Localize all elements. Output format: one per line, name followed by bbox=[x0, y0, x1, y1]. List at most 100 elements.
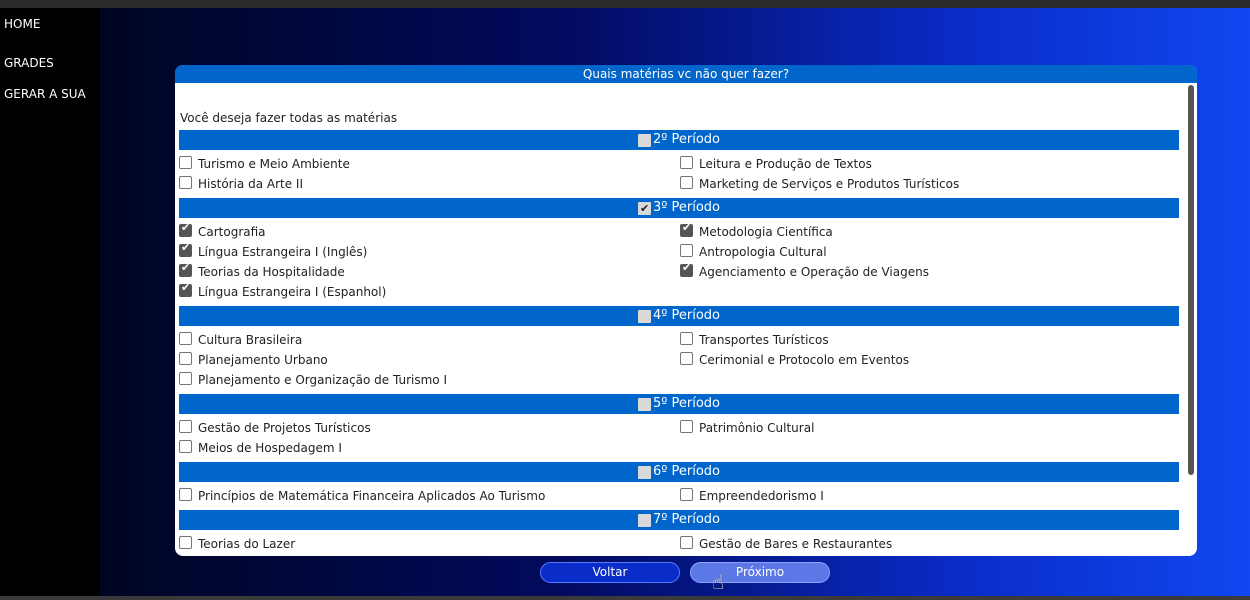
periods-list: 2º Período Turismo e Meio Ambiente Leitura… bbox=[179, 130, 1179, 554]
subject-item: Metodologia Científica bbox=[680, 221, 1180, 242]
subject-checkbox[interactable] bbox=[179, 331, 192, 345]
subject-checkbox[interactable] bbox=[179, 281, 192, 297]
subject-checkbox[interactable] bbox=[179, 371, 192, 385]
subject-item: Planejamento Urbano bbox=[179, 350, 680, 370]
subject-item: Teorias da Hospitalidade bbox=[179, 261, 680, 282]
subject-label: Turismo e Meio Ambiente bbox=[198, 157, 350, 171]
taskbar-strip bbox=[0, 596, 1250, 600]
subject-item: Antropologia Cultural bbox=[680, 242, 1180, 262]
subject-checkbox[interactable] bbox=[179, 439, 192, 453]
subject-checkbox[interactable] bbox=[179, 351, 192, 365]
empty-cell bbox=[680, 370, 1180, 390]
period-header: 5º Período bbox=[179, 394, 1179, 414]
subject-label: Meios de Hospedagem I bbox=[198, 441, 342, 455]
period-label: 3º Período bbox=[652, 200, 721, 215]
subject-grid: Princípios de Matemática Financeira Apli… bbox=[179, 486, 1179, 506]
subject-item: Língua Estrangeira I (Inglês) bbox=[179, 241, 680, 262]
subject-label: Agenciamento e Operação de Viagens bbox=[699, 265, 929, 279]
subject-checkbox[interactable] bbox=[179, 155, 192, 169]
subject-item: Empreendedorismo I bbox=[680, 486, 1180, 506]
sidebar: HOME GRADES GERAR A SUA bbox=[0, 8, 100, 600]
subject-label: História da Arte II bbox=[198, 177, 303, 191]
next-button[interactable]: Próximo bbox=[690, 562, 830, 583]
period-section: 3º Período Cartografia Metodologia Científ… bbox=[179, 198, 1179, 302]
subject-label: Gestão de Projetos Turísticos bbox=[198, 421, 371, 435]
subject-checkbox[interactable] bbox=[680, 331, 693, 345]
subject-item: História da Arte II bbox=[179, 174, 680, 194]
subject-checkbox[interactable] bbox=[680, 243, 693, 257]
subject-item: Patrimônio Cultural bbox=[680, 418, 1180, 438]
period-label: 2º Período bbox=[652, 132, 721, 147]
empty-cell bbox=[680, 438, 1180, 458]
intro-text: Você deseja fazer todas as matérias bbox=[180, 111, 398, 125]
subject-checkbox[interactable] bbox=[179, 175, 192, 189]
period-select-all-checkbox[interactable] bbox=[637, 513, 651, 527]
subject-label: Gestão de Bares e Restaurantes bbox=[699, 537, 893, 551]
modal-body: Você deseja fazer todas as matérias 2º P… bbox=[175, 83, 1197, 556]
subject-item: Cultura Brasileira bbox=[179, 330, 680, 350]
period-label: 4º Período bbox=[652, 308, 721, 323]
subject-grid: Teorias do Lazer Gestão de Bares e Restau… bbox=[179, 534, 1179, 554]
period-select-all-checkbox[interactable] bbox=[637, 199, 651, 219]
subject-label: Metodologia Científica bbox=[699, 225, 833, 239]
period-label: 5º Período bbox=[652, 396, 721, 411]
subject-checkbox[interactable] bbox=[680, 261, 693, 277]
subject-label: Patrimônio Cultural bbox=[699, 421, 815, 435]
back-button[interactable]: Voltar bbox=[540, 562, 680, 583]
period-section: 5º Período Gestão de Projetos Turísticos P… bbox=[179, 394, 1179, 458]
subject-checkbox[interactable] bbox=[680, 487, 693, 501]
period-section: 6º Período Princípios de Matemática Finan… bbox=[179, 462, 1179, 506]
subject-checkbox[interactable] bbox=[179, 535, 192, 549]
period-section: 7º Período Teorias do Lazer Gestão de Bare… bbox=[179, 510, 1179, 554]
period-section: 4º Período Cultura Brasileira Transportes … bbox=[179, 306, 1179, 390]
subject-label: Teorias do Lazer bbox=[198, 537, 296, 551]
subject-checkbox[interactable] bbox=[680, 535, 693, 549]
subject-label: Cultura Brasileira bbox=[198, 333, 303, 347]
period-select-all-checkbox[interactable] bbox=[637, 309, 651, 323]
subject-checkbox[interactable] bbox=[179, 487, 192, 501]
subject-selection-modal: Quais matérias vc não quer fazer? Você d… bbox=[175, 65, 1197, 556]
subject-label: Marketing de Serviços e Produtos Turísti… bbox=[699, 177, 960, 191]
subject-item: Agenciamento e Operação de Viagens bbox=[680, 261, 1180, 282]
scrollbar[interactable] bbox=[1188, 85, 1194, 475]
subject-label: Planejamento Urbano bbox=[198, 353, 328, 367]
subject-item: Língua Estrangeira I (Espanhol) bbox=[179, 281, 680, 302]
sidebar-item-gerar[interactable]: GERAR A SUA bbox=[0, 79, 100, 110]
subject-checkbox[interactable] bbox=[680, 175, 693, 189]
subject-item: Leitura e Produção de Textos bbox=[680, 154, 1180, 174]
subject-checkbox[interactable] bbox=[179, 261, 192, 277]
subject-item: Transportes Turísticos bbox=[680, 330, 1180, 350]
subject-item: Turismo e Meio Ambiente bbox=[179, 154, 680, 174]
period-header: 3º Período bbox=[179, 198, 1179, 219]
subject-grid: Gestão de Projetos Turísticos Patrimônio … bbox=[179, 418, 1179, 458]
period-select-all-checkbox[interactable] bbox=[637, 397, 651, 411]
sidebar-item-home[interactable]: HOME bbox=[0, 17, 100, 48]
subject-item: Teorias do Lazer bbox=[179, 534, 680, 554]
period-header: 2º Período bbox=[179, 130, 1179, 150]
subject-item: Planejamento e Organização de Turismo I bbox=[179, 370, 680, 390]
sidebar-item-grades[interactable]: GRADES bbox=[0, 48, 100, 79]
subject-item: Princípios de Matemática Financeira Apli… bbox=[179, 486, 680, 506]
subject-label: Cartografia bbox=[198, 225, 266, 239]
subject-label: Teorias da Hospitalidade bbox=[198, 265, 345, 279]
subject-label: Empreendedorismo I bbox=[699, 489, 824, 503]
subject-checkbox[interactable] bbox=[179, 221, 192, 237]
subject-label: Leitura e Produção de Textos bbox=[699, 157, 872, 171]
period-select-all-checkbox[interactable] bbox=[637, 465, 651, 479]
period-section: 2º Período Turismo e Meio Ambiente Leitura… bbox=[179, 130, 1179, 194]
period-label: 6º Período bbox=[652, 464, 721, 479]
subject-checkbox[interactable] bbox=[179, 419, 192, 433]
subject-checkbox[interactable] bbox=[680, 221, 693, 237]
subject-label: Língua Estrangeira I (Espanhol) bbox=[198, 285, 387, 299]
period-label: 7º Período bbox=[652, 512, 721, 527]
period-select-all-checkbox[interactable] bbox=[637, 133, 651, 147]
subject-label: Língua Estrangeira I (Inglês) bbox=[198, 245, 368, 259]
subject-item: Marketing de Serviços e Produtos Turísti… bbox=[680, 174, 1180, 194]
period-header: 6º Período bbox=[179, 462, 1179, 482]
subject-checkbox[interactable] bbox=[680, 155, 693, 169]
subject-grid: Cultura Brasileira Transportes Turísticos… bbox=[179, 330, 1179, 390]
subject-checkbox[interactable] bbox=[680, 351, 693, 365]
subject-checkbox[interactable] bbox=[680, 419, 693, 433]
modal-title: Quais matérias vc não quer fazer? bbox=[175, 65, 1197, 83]
subject-checkbox[interactable] bbox=[179, 241, 192, 257]
